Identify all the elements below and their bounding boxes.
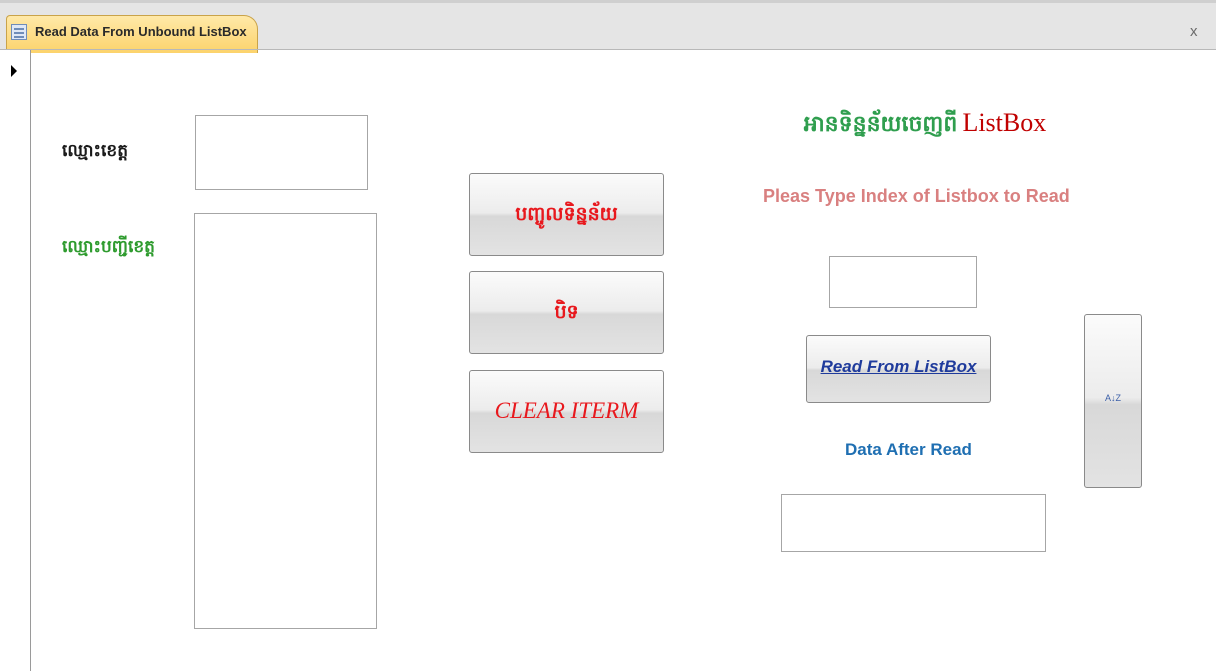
- index-input[interactable]: [829, 256, 977, 308]
- close-button-label: បិទ: [554, 301, 579, 323]
- tab-divider: [0, 49, 1216, 50]
- province-list-label: ឈ្មោះបញ្ជីខេត្ត: [62, 237, 155, 257]
- read-button-label: Read From ListBox: [820, 357, 977, 376]
- province-listbox[interactable]: [194, 213, 377, 629]
- close-button[interactable]: បិទ: [469, 271, 664, 354]
- heading-khmer: អានទិន្នន័យចេញពី: [803, 112, 958, 137]
- clear-items-button[interactable]: CLEAR ITERM: [469, 370, 664, 453]
- tab-title: Read Data From Unbound ListBox: [35, 24, 247, 39]
- document-tab-bar: Read Data From Unbound ListBox x: [0, 0, 1216, 53]
- index-prompt-label: Pleas Type Index of Listbox to Read: [763, 186, 1070, 206]
- heading-listbox: ListBox: [962, 108, 1047, 137]
- tab-read-data-form[interactable]: Read Data From Unbound ListBox: [6, 15, 258, 53]
- result-field[interactable]: [781, 494, 1046, 552]
- close-icon[interactable]: x: [1190, 23, 1198, 40]
- record-selector[interactable]: [0, 50, 31, 671]
- province-name-field[interactable]: [195, 115, 368, 190]
- read-from-listbox-button[interactable]: Read From ListBox: [806, 335, 991, 403]
- record-pointer-icon: [11, 65, 17, 77]
- result-label: Data After Read: [845, 440, 972, 459]
- add-data-button-label: បញ្ចូលទិន្នន័យ: [515, 203, 618, 225]
- form-icon: [11, 24, 27, 40]
- add-data-button[interactable]: បញ្ចូលទិន្នន័យ: [469, 173, 664, 256]
- clear-items-button-label: CLEAR ITERM: [494, 398, 639, 423]
- form-heading: អានទិន្នន័យចេញពី ListBox: [780, 108, 1070, 142]
- province-name-label: ឈ្មោះខេត្ត: [62, 141, 128, 161]
- sort-az-icon: A↓Z: [1104, 393, 1121, 403]
- sort-button[interactable]: A↓Z: [1084, 314, 1142, 488]
